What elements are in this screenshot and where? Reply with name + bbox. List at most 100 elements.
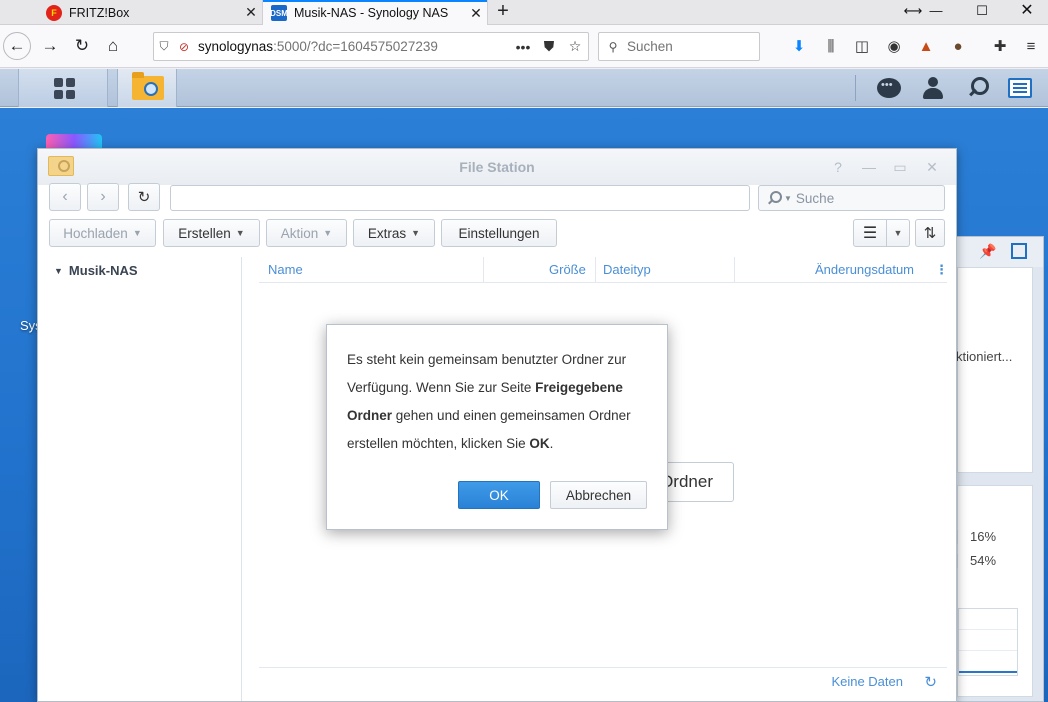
view-list-button[interactable]: ☰ — [853, 219, 887, 247]
pin-icon[interactable]: 📌 — [979, 243, 996, 260]
refresh-icon[interactable]: ↻ — [924, 673, 937, 691]
url-bar[interactable]: ⛉ ⊘ synologynas:5000/?dc=1604575027239 •… — [153, 32, 589, 61]
back-button[interactable]: ‹ — [49, 183, 81, 211]
window-title-bar[interactable]: File Station ? — ▭ ✕ — [38, 149, 956, 185]
shield-icon[interactable]: ⛉ — [154, 39, 174, 54]
close-icon[interactable]: ✕ — [240, 4, 262, 21]
menu-icon[interactable]: ≡ — [1021, 37, 1041, 57]
file-search-input[interactable]: ▼ Suche — [758, 185, 945, 211]
action-label: Aktion — [280, 225, 319, 241]
forward-button[interactable]: → — [36, 32, 64, 60]
refresh-icon: ↻ — [137, 189, 151, 206]
search-icon: ⚲ — [608, 39, 618, 54]
dialog-text-part: . — [549, 436, 554, 451]
more-actions-icon[interactable]: ••• — [510, 39, 536, 55]
close-icon[interactable]: ✕ — [465, 5, 487, 22]
chevron-down-icon[interactable]: ▼ — [784, 194, 792, 203]
column-name[interactable]: Name — [268, 257, 303, 283]
sort-button[interactable]: ⇅ — [915, 219, 945, 247]
close-icon[interactable]: ✕ — [923, 158, 941, 176]
create-label: Erstellen — [178, 225, 231, 241]
chevron-down-icon: ▼ — [323, 228, 333, 238]
widget-panel-header: 📌 — [949, 237, 1043, 267]
column-options-icon[interactable]: ⋮ — [935, 257, 948, 283]
library-icon[interactable]: ⫼ — [821, 37, 841, 57]
help-icon[interactable]: ? — [829, 158, 847, 176]
extensions-puzzle-icon[interactable]: ✚ — [990, 37, 1010, 57]
tab-fritzbox[interactable]: F FRITZ!Box ✕ — [38, 0, 262, 25]
chat-icon[interactable] — [876, 76, 902, 100]
main-menu-button[interactable] — [18, 69, 108, 107]
tab-musik-nas[interactable]: DSM Musik-NAS - Synology NAS ✕ — [262, 0, 488, 26]
view-mode-dropdown[interactable]: ▼ — [887, 219, 910, 247]
close-window-button[interactable]: ✕ — [1004, 0, 1048, 25]
user-icon[interactable] — [920, 76, 946, 100]
column-size[interactable]: Größe — [549, 257, 586, 283]
widgets-icon[interactable] — [1007, 76, 1033, 100]
minimize-button[interactable]: — — [913, 0, 959, 25]
path-bar[interactable] — [170, 185, 750, 211]
maximize-icon[interactable]: ▭ — [891, 158, 909, 176]
file-station-icon — [48, 156, 74, 176]
url-host: synologynas — [198, 39, 274, 54]
chevron-left-icon: ‹ — [62, 188, 68, 205]
browser-tab-strip: F FRITZ!Box ✕ DSM Musik-NAS - Synology N… — [0, 0, 1048, 26]
widget-health — [957, 267, 1033, 473]
tab-title: Musik-NAS - Synology NAS — [294, 6, 449, 20]
widget-mode-icon[interactable] — [1011, 243, 1027, 259]
reload-button[interactable]: ↻ — [68, 32, 96, 60]
bookmark-star-icon[interactable]: ☆ — [562, 38, 588, 55]
apps-grid-icon — [54, 78, 75, 99]
sidebar-icon[interactable]: ◫ — [852, 37, 872, 57]
tab-title: FRITZ!Box — [69, 5, 130, 20]
no-shared-folder-dialog: Es steht kein gemeinsam benutzter Ordner… — [326, 324, 668, 530]
action-button[interactable]: Aktion ▼ — [266, 219, 347, 247]
maximize-button[interactable]: ☐ — [959, 0, 1005, 25]
extension-icon[interactable]: ▲ — [916, 37, 936, 57]
tree-item-label: Musik-NAS — [68, 263, 138, 278]
download-icon[interactable]: ⬇ — [789, 37, 809, 57]
column-divider[interactable] — [734, 257, 735, 283]
column-modified[interactable]: Änderungsdatum — [815, 257, 914, 283]
refresh-button[interactable]: ↻ — [128, 183, 160, 211]
window-title: File Station — [459, 159, 535, 175]
chevron-down-icon: ▼ — [411, 228, 421, 238]
browser-search-field[interactable]: ⚲ Suchen — [598, 32, 760, 61]
upload-button[interactable]: Hochladen ▼ — [49, 219, 156, 247]
chevron-down-icon: ▼ — [132, 228, 142, 238]
home-button[interactable]: ⌂ — [99, 32, 127, 60]
create-button[interactable]: Erstellen ▼ — [163, 219, 260, 247]
chevron-down-icon: ▼ — [235, 228, 245, 238]
column-type[interactable]: Dateityp — [603, 257, 651, 283]
back-button[interactable]: ← — [3, 32, 31, 60]
sort-icon: ⇅ — [923, 225, 937, 242]
upload-label: Hochladen — [63, 225, 128, 241]
account-icon[interactable]: ◉ — [884, 37, 904, 57]
search-icon[interactable] — [964, 76, 990, 100]
url-text[interactable]: synologynas:5000/?dc=1604575027239 — [198, 39, 510, 54]
cookie-icon[interactable]: ● — [948, 37, 968, 57]
column-divider[interactable] — [483, 257, 484, 283]
cancel-button[interactable]: Abbrechen — [550, 481, 647, 509]
settings-label: Einstellungen — [458, 225, 540, 241]
new-tab-button[interactable]: + — [493, 0, 513, 25]
taskbar-file-station[interactable] — [117, 69, 177, 107]
ok-button[interactable]: OK — [458, 481, 540, 509]
settings-button[interactable]: Einstellungen — [441, 219, 557, 247]
search-placeholder: Suchen — [627, 39, 673, 54]
button-label: Ordner — [660, 472, 713, 491]
dsm-icon: DSM — [270, 5, 288, 21]
chevron-right-icon: › — [100, 188, 106, 205]
folder-tree: ▼ Musik-NAS — [38, 257, 242, 701]
pocket-icon[interactable]: ⛊ — [536, 38, 562, 55]
minimize-icon[interactable]: — — [860, 158, 878, 176]
caret-down-icon[interactable]: ▼ — [54, 266, 63, 276]
extras-button[interactable]: Extras ▼ — [353, 219, 435, 247]
insecure-lock-icon[interactable]: ⊘ — [174, 40, 194, 54]
chevron-down-icon: ▼ — [893, 228, 903, 238]
column-divider[interactable] — [595, 257, 596, 283]
forward-button[interactable]: › — [87, 183, 119, 211]
cpu-percent: 16% — [970, 529, 997, 544]
url-path: :5000/?dc=1604575027239 — [273, 39, 438, 54]
tree-item-musik-nas[interactable]: ▼ Musik-NAS — [54, 263, 138, 278]
